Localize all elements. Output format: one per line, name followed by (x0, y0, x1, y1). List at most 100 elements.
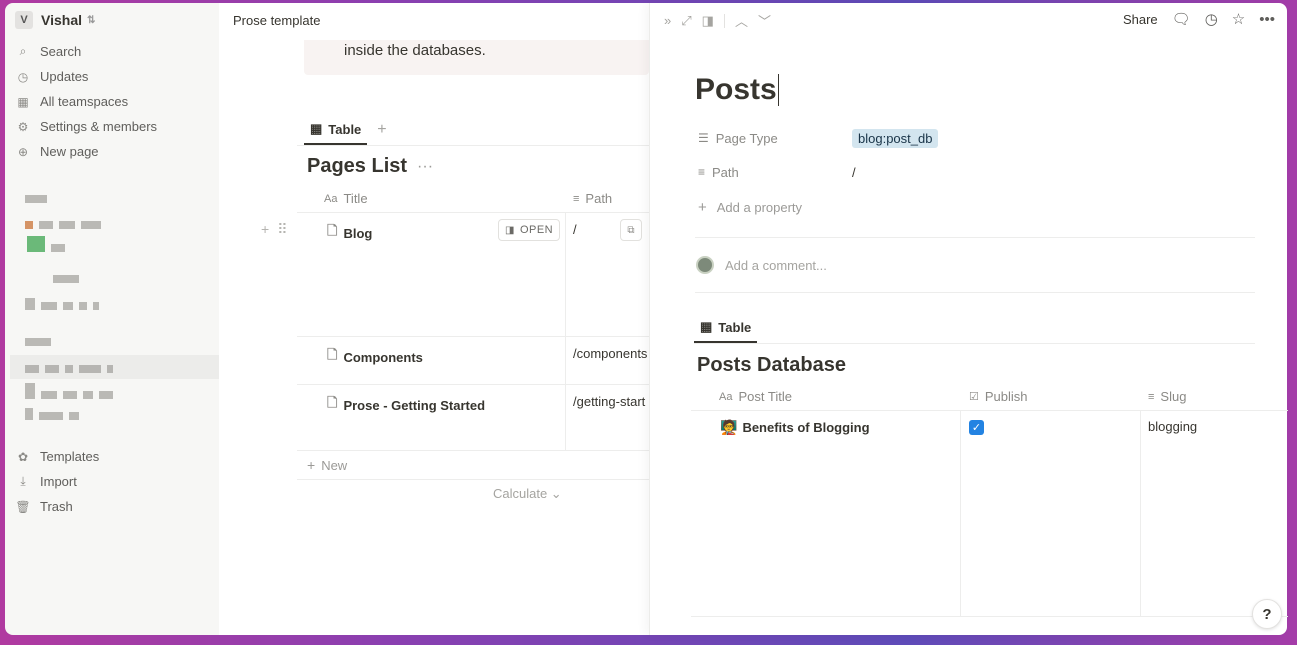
page-title-text: Posts (695, 73, 777, 106)
teamspaces-icon: ▦ (17, 94, 29, 109)
row-handle[interactable]: + ⠿ (261, 221, 287, 238)
help-button[interactable]: ? (1252, 599, 1282, 629)
table-row[interactable]: 🧑‍🏫 Benefits of Blogging ✓ blogging (691, 411, 1288, 617)
blurred-page-item[interactable] (25, 383, 119, 399)
sidebar-item-templates[interactable]: ✿ Templates (5, 444, 219, 469)
row-path[interactable]: /components (573, 346, 649, 361)
column-header-slug[interactable]: ≡ Slug (1148, 389, 1186, 404)
row-title-text: Blog (343, 225, 373, 241)
new-row-label: New (321, 457, 348, 473)
column-header-post-title[interactable]: Aa Post Title (719, 389, 792, 404)
chevron-down-icon[interactable]: ﹀ (758, 11, 771, 30)
column-header-publish[interactable]: ☑ Publish (969, 389, 1028, 404)
page-emoji-icon: 🧑‍🏫 (720, 419, 738, 435)
page-breadcrumb[interactable]: Prose template (219, 3, 649, 37)
comment-icon[interactable]: 🗨 (1172, 10, 1191, 28)
publish-checkbox[interactable]: ✓ (969, 420, 984, 435)
sidebar-item-teamspaces[interactable]: ▦ All teamspaces (5, 89, 219, 114)
table-row[interactable]: 🗋 Components /components (297, 337, 649, 385)
blurred-page-item[interactable] (25, 217, 107, 229)
sidebar-item-updates[interactable]: ◷ Updates (5, 64, 219, 89)
clock-icon: ◷ (17, 69, 29, 84)
table-row[interactable]: + ⠿ 🗋 Blog ◨ OPEN / ⧉ (261, 213, 649, 337)
close-peek-icon[interactable]: » (664, 13, 671, 28)
database-title: Pages List ··· (307, 155, 433, 178)
property-key[interactable]: ☰ Page Type (698, 131, 852, 146)
peek-mode-icon[interactable]: ◨ (702, 13, 714, 29)
property-key[interactable]: ≡ Path (698, 165, 852, 180)
workspace-name: Vishal (41, 12, 82, 28)
star-icon[interactable]: ☆ (1232, 10, 1245, 28)
comment-input[interactable]: Add a comment... (696, 256, 827, 274)
blurred-page-item[interactable] (25, 361, 119, 373)
history-icon[interactable]: ◷ (1205, 10, 1218, 28)
row-title[interactable]: 🗋 Prose - Getting Started (327, 394, 485, 416)
calculate-button[interactable]: Calculate ⌄ (493, 486, 562, 502)
sidebar-item-label: Import (40, 474, 77, 489)
column-divider (960, 411, 961, 616)
table-icon: ▦ (700, 319, 713, 334)
property-key-label: Page Type (715, 130, 778, 146)
add-property-button[interactable]: + Add a property (698, 199, 802, 216)
callout-block: inside the databases. (304, 40, 649, 75)
more-options-icon[interactable]: ··· (417, 158, 433, 176)
side-peek-panel: » ⤢ ◨ ︿ ﹀ Share 🗨 ◷ ☆ ••• Posts ☰ Page T… (649, 3, 1288, 635)
blurred-page-item[interactable] (25, 298, 105, 310)
table-header: Aa Post Title ☑ Publish ≡ Slug (691, 381, 1288, 411)
blurred-page-item[interactable] (25, 408, 85, 420)
chevron-updown-icon: ⇅ (87, 14, 96, 26)
workspace-switcher[interactable]: V Vishal ⇅ (5, 3, 219, 37)
property-key-label: Path (712, 164, 739, 180)
tab-table[interactable]: ▦ Table (694, 313, 758, 343)
column-header-path[interactable]: ≡ Path (573, 191, 612, 206)
view-tabs: ▦ Table + (304, 115, 387, 145)
chevron-up-icon[interactable]: ︿ (735, 11, 748, 30)
sidebar-item-new-page[interactable]: ⊕ New page (5, 139, 219, 164)
row-title[interactable]: 🧑‍🏫 Benefits of Blogging (720, 419, 870, 436)
tab-table[interactable]: ▦ Table (304, 115, 368, 145)
column-header-title[interactable]: Aa Title (324, 191, 368, 206)
column-divider (565, 385, 566, 450)
expand-icon[interactable]: ⤢ (681, 13, 691, 29)
sidebar-item-import[interactable]: ⤓ Import (5, 469, 219, 494)
divider (695, 292, 1255, 293)
more-icon[interactable]: ••• (1259, 11, 1275, 28)
sidebar-item-settings[interactable]: ⚙ Settings & members (5, 114, 219, 139)
blurred-page-item[interactable] (27, 236, 71, 252)
column-label: Title (343, 191, 368, 206)
sidebar-item-trash[interactable]: 🗑 Trash (5, 494, 219, 519)
drag-handle-icon[interactable]: ⠿ (277, 221, 287, 238)
add-view-icon[interactable]: + (377, 121, 386, 139)
callout-text: inside the databases. (344, 42, 486, 59)
page-title-breadcrumb: Prose template (233, 12, 321, 28)
table-icon: ▦ (310, 121, 323, 136)
text-caret (777, 74, 779, 106)
copy-icon[interactable]: ⧉ (620, 219, 642, 241)
page-title[interactable]: Posts (695, 73, 779, 107)
property-value[interactable]: blog:post_db (852, 128, 939, 148)
row-title[interactable]: 🗋 Components (327, 346, 423, 368)
sidebar-item-search[interactable]: ⌕ Search (5, 39, 219, 64)
add-row-icon[interactable]: + (261, 221, 269, 238)
share-button[interactable]: Share (1123, 12, 1158, 27)
database-title[interactable]: Posts Database (697, 354, 846, 377)
column-divider (565, 213, 566, 336)
blurred-section-header (25, 191, 53, 203)
row-title[interactable]: 🗋 Blog (327, 222, 372, 244)
row-slug[interactable]: blogging (1148, 419, 1197, 434)
divider (695, 237, 1255, 238)
checkbox-type-icon: ☑ (969, 391, 979, 403)
blurred-page-item[interactable] (53, 271, 85, 283)
row-path[interactable]: /getting-start (573, 394, 649, 409)
divider (297, 145, 649, 146)
property-value[interactable]: / (852, 165, 856, 180)
table-row[interactable]: 🗋 Prose - Getting Started /getting-start (297, 385, 649, 451)
text-type-icon: Aa (324, 192, 338, 205)
sidebar: V Vishal ⇅ ⌕ Search ◷ Updates ▦ All team… (5, 3, 219, 635)
new-row-button[interactable]: + New (307, 457, 347, 473)
trash-icon: 🗑 (15, 499, 31, 514)
open-button[interactable]: ◨ OPEN (498, 219, 561, 241)
database-title-text[interactable]: Pages List (307, 155, 407, 178)
row-title-text: Components (343, 349, 423, 365)
document-icon: 🗋 (327, 223, 338, 238)
